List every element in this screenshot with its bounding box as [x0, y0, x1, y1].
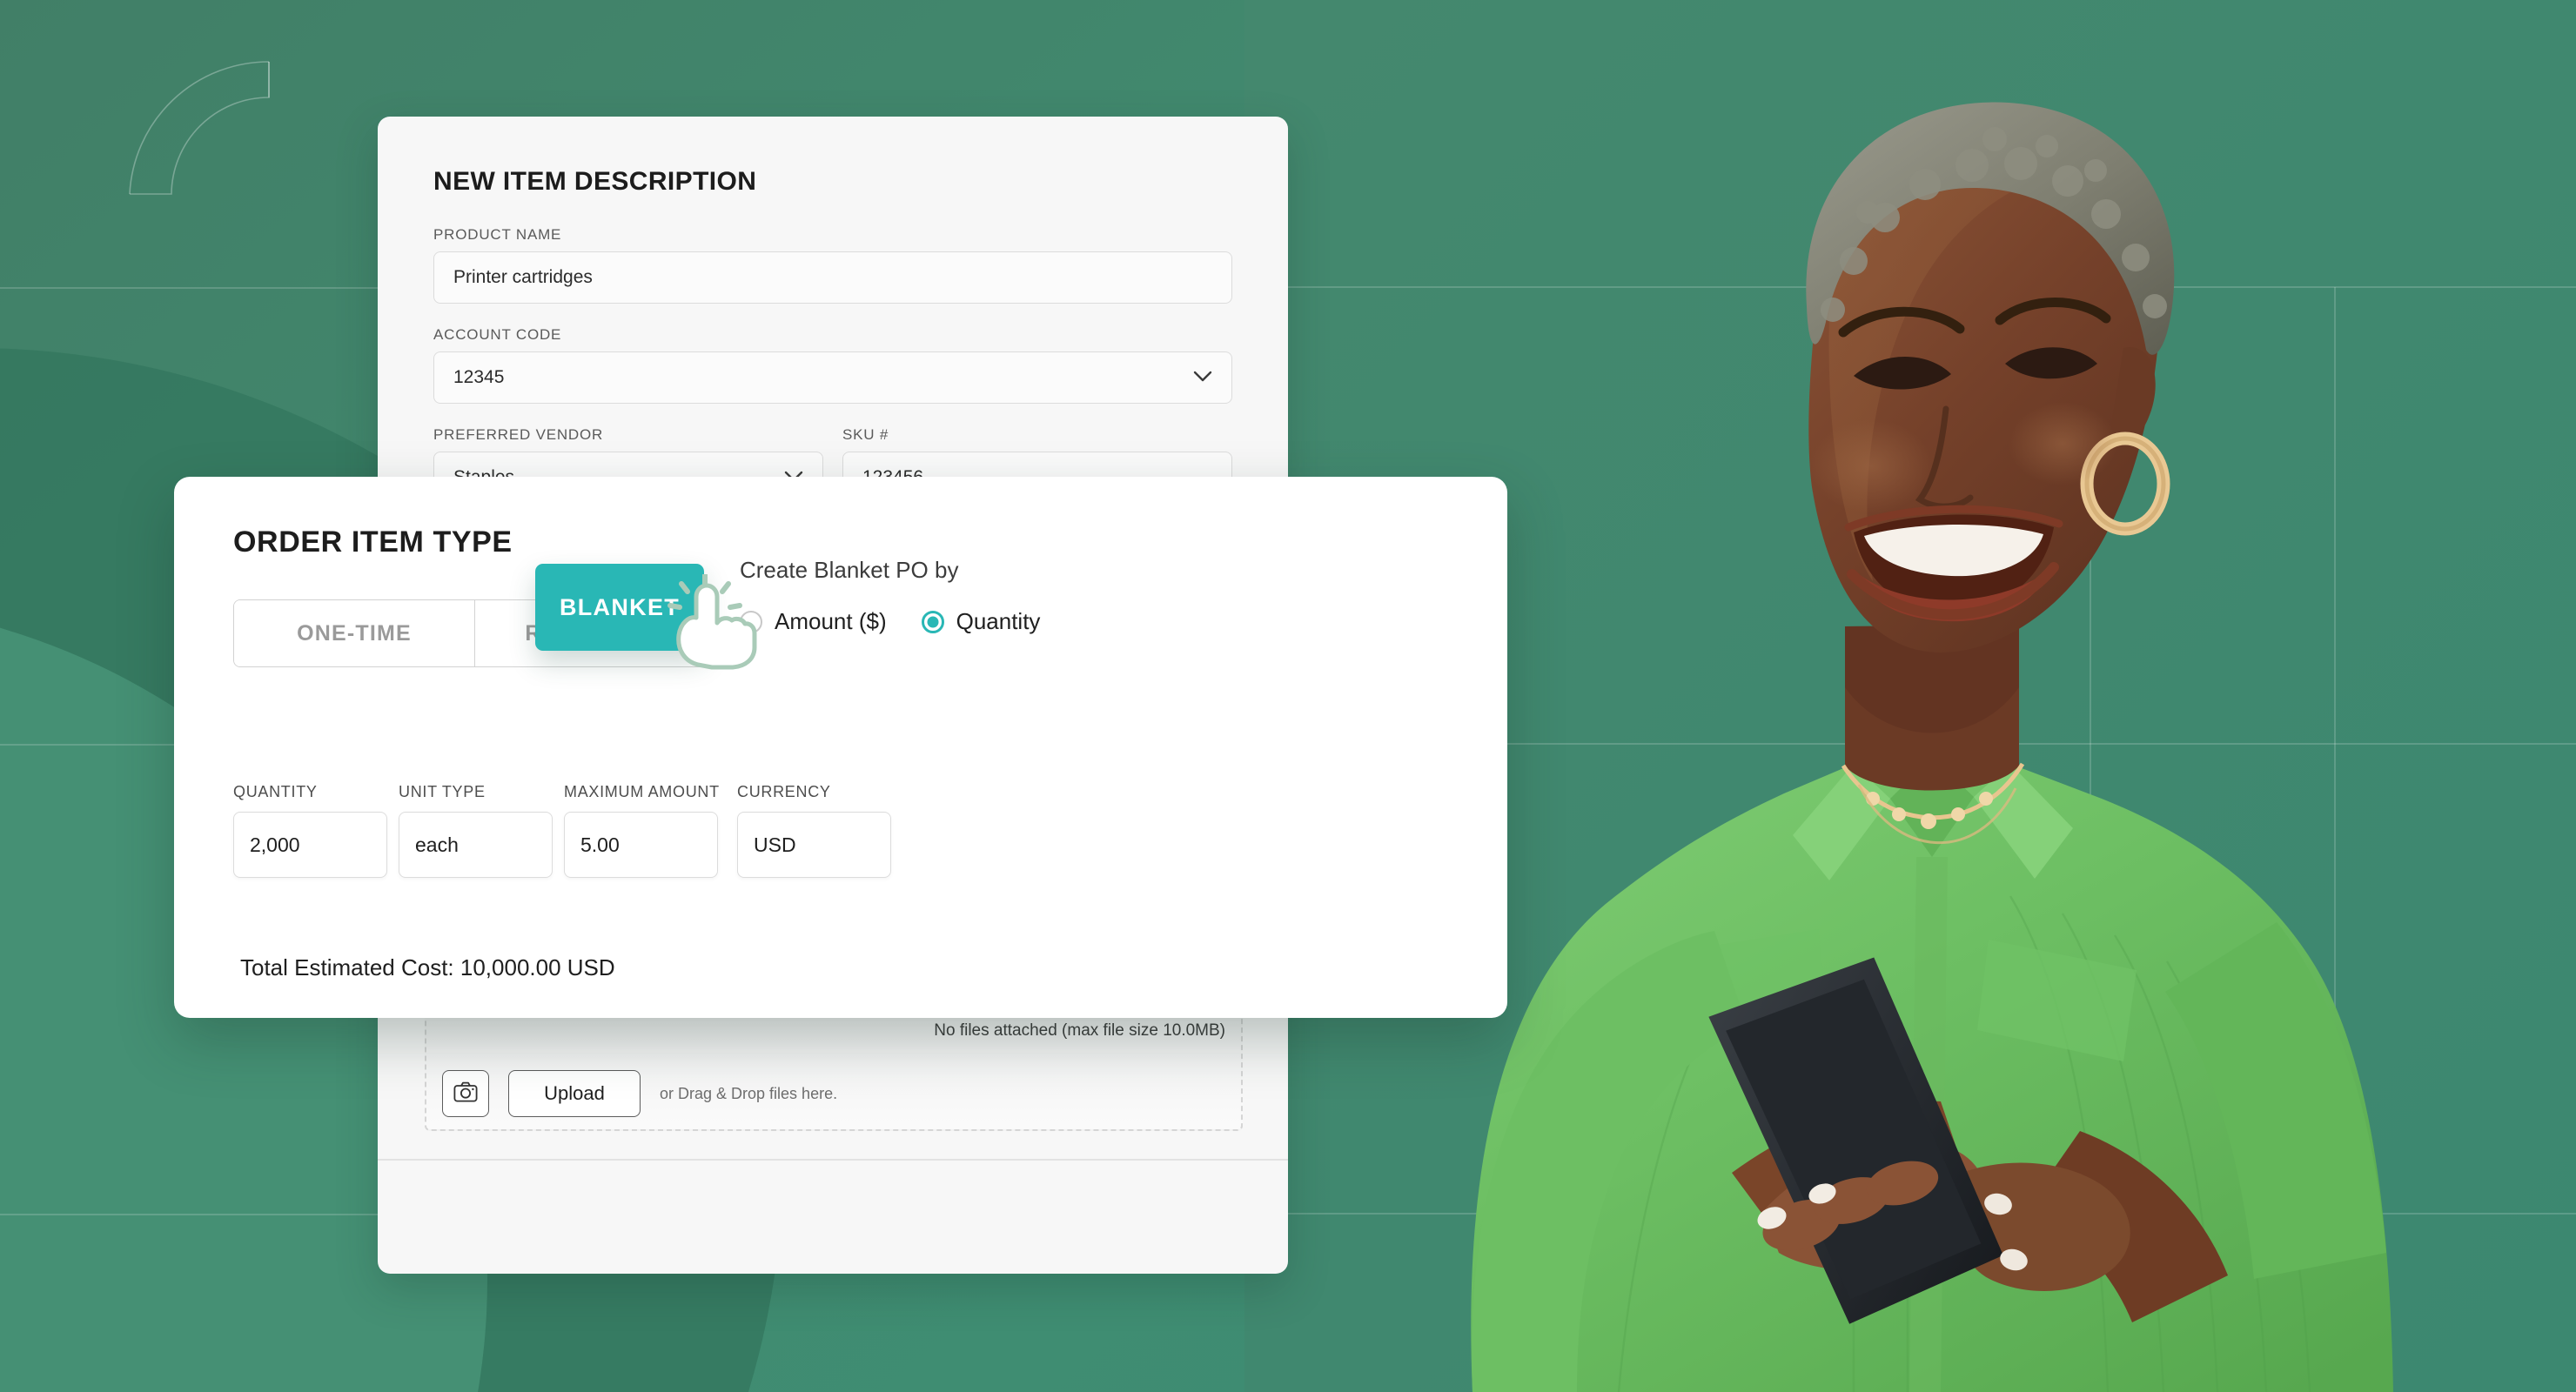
total-estimated-cost: Total Estimated Cost: 10,000.00 USD [240, 954, 615, 980]
radio-amount-label: Amount ($) [775, 608, 887, 634]
maximum-amount-input[interactable]: 5.00 [564, 812, 718, 878]
maximum-amount-value: 5.00 [580, 833, 620, 856]
radio-quantity[interactable]: Quantity [921, 608, 1041, 635]
maximum-amount-label: MAXIMUM AMOUNT [564, 783, 720, 800]
account-code-field-group: ACCOUNT CODE 12345 [433, 326, 1232, 404]
unit-type-value: each [415, 833, 459, 856]
unit-type-label: UNIT TYPE [399, 783, 486, 800]
po-by-radio-group: Amount ($) Quantity [740, 608, 1040, 635]
page-root: NEW ITEM DESCRIPTION PRODUCT NAME Printe… [0, 0, 2576, 1392]
camera-icon [453, 1081, 478, 1107]
maximum-amount-field-group: MAXIMUM AMOUNT 5.00 [564, 783, 720, 878]
currency-value: USD [754, 833, 796, 856]
quantity-input[interactable]: 2,000 [233, 812, 387, 878]
account-code-label: ACCOUNT CODE [433, 326, 562, 343]
quantity-label: QUANTITY [233, 783, 318, 800]
product-name-field-group: PRODUCT NAME Printer cartridges [433, 226, 1232, 304]
product-name-input[interactable]: Printer cartridges [433, 251, 1232, 304]
currency-input[interactable]: USD [737, 812, 891, 878]
new-item-description-title: NEW ITEM DESCRIPTION [433, 167, 757, 196]
card-divider [378, 1159, 1288, 1161]
preferred-vendor-label: PREFERRED VENDOR [433, 426, 604, 443]
camera-capture-button[interactable] [442, 1070, 489, 1117]
no-files-attached-text: No files attached (max file size 10.0MB) [934, 1021, 1225, 1040]
order-item-type-card: ORDER ITEM TYPE ONE-TIME RECURRING BLANK… [174, 477, 1507, 1018]
currency-field-group: CURRENCY USD [737, 783, 891, 878]
currency-label: CURRENCY [737, 783, 831, 800]
unit-type-input[interactable]: each [399, 812, 553, 878]
account-code-value: 12345 [453, 367, 505, 387]
product-name-label: PRODUCT NAME [433, 226, 562, 243]
create-blanket-po-by-label: Create Blanket PO by [740, 557, 959, 583]
blanket-fields-row: QUANTITY 2,000 UNIT TYPE each MAXIMUM AM… [233, 783, 891, 878]
chevron-down-icon [1193, 370, 1212, 386]
upload-button[interactable]: Upload [508, 1070, 641, 1117]
pointing-hand-click-icon [667, 572, 764, 672]
drag-drop-hint: or Drag & Drop files here. [660, 1084, 838, 1102]
unit-type-field-group: UNIT TYPE each [399, 783, 553, 878]
product-name-value: Printer cartridges [453, 267, 593, 287]
radio-quantity-label: Quantity [956, 608, 1041, 634]
quantity-value: 2,000 [250, 833, 300, 856]
quarter-arc-decoration [129, 61, 270, 195]
create-blanket-po-by-block: Create Blanket PO by Amount ($) Quantity [740, 557, 1040, 635]
order-item-type-title: ORDER ITEM TYPE [233, 525, 513, 559]
account-code-select[interactable]: 12345 [433, 351, 1232, 404]
quantity-field-group: QUANTITY 2,000 [233, 783, 387, 878]
radio-quantity-dot[interactable] [921, 610, 944, 633]
sku-label: SKU # [842, 426, 889, 443]
file-upload-dropzone[interactable]: No files attached (max file size 10.0MB)… [425, 1009, 1243, 1131]
tab-one-time[interactable]: ONE-TIME [234, 600, 475, 666]
